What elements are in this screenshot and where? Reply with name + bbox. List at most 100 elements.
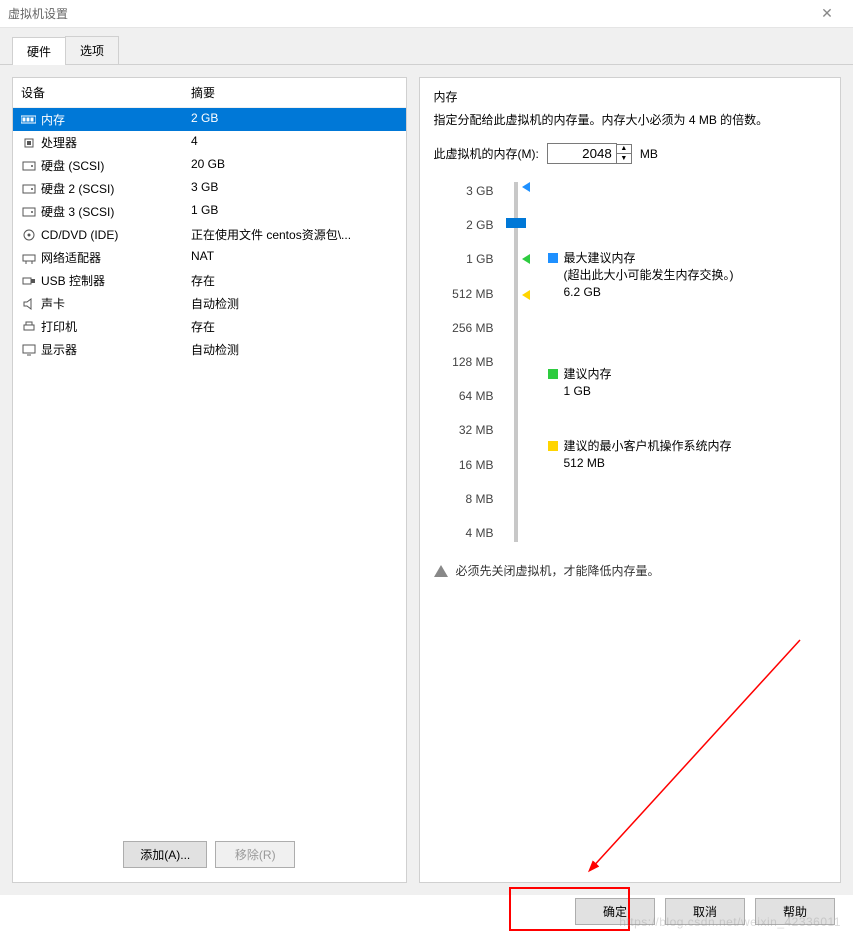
device-name: 内存 [41, 111, 65, 128]
device-name: 硬盘 2 (SCSI) [41, 180, 114, 197]
slider-tick-label: 512 MB [434, 287, 494, 301]
memory-section-title: 内存 [434, 88, 827, 105]
marker-min-icon [522, 290, 530, 300]
window-title: 虚拟机设置 [8, 5, 809, 22]
device-name: 显示器 [41, 341, 77, 358]
disk-icon [21, 160, 36, 172]
table-row[interactable]: CD/DVD (IDE) 正在使用文件 centos资源包\... [13, 223, 406, 246]
slider-thumb[interactable] [506, 218, 526, 228]
table-row[interactable]: 内存 2 GB [13, 108, 406, 131]
printer-icon [21, 321, 36, 333]
tab-hardware[interactable]: 硬件 [12, 37, 66, 65]
device-name: 打印机 [41, 318, 77, 335]
device-summary: 存在 [191, 318, 215, 335]
cancel-button[interactable]: 取消 [665, 898, 745, 925]
slider-tick-label: 4 MB [434, 526, 494, 540]
cpu-icon [21, 137, 36, 149]
info-min-recommended: 建议的最小客户机操作系统内存 512 MB [548, 438, 732, 472]
device-summary: NAT [191, 249, 214, 266]
max-rec-value: 6.2 GB [564, 284, 734, 301]
device-name: CD/DVD (IDE) [41, 228, 118, 242]
content-area: 设备 摘要 内存2 GB处理器4硬盘 (SCSI)20 GB硬盘 2 (SCSI… [0, 65, 853, 895]
add-button[interactable]: 添加(A)... [123, 841, 207, 868]
tab-bar: 硬件 选项 [0, 28, 853, 65]
slider-tick-label: 32 MB [434, 423, 494, 437]
table-row[interactable]: 声卡自动检测 [13, 292, 406, 315]
slider-tick-label: 16 MB [434, 458, 494, 472]
marker-max-icon [522, 182, 530, 192]
spinner-up-icon[interactable]: ▲ [617, 145, 631, 154]
table-row[interactable]: 打印机 存在 [13, 315, 406, 338]
slider-tick-label: 128 MB [434, 355, 494, 369]
slider-tick-labels: 3 GB2 GB1 GB512 MB256 MB128 MB64 MB32 MB… [434, 182, 494, 542]
device-summary: 4 [191, 134, 198, 151]
col-header-device: 设备 [21, 84, 191, 101]
sound-icon [21, 298, 36, 310]
marker-rec-icon [522, 254, 530, 264]
device-summary: 3 GB [191, 180, 218, 197]
warning-icon [434, 565, 448, 577]
device-summary: 1 GB [191, 203, 218, 220]
device-name: 网络适配器 [41, 249, 101, 266]
memory-input-row: 此虚拟机的内存(M): ▲ ▼ MB [434, 143, 827, 164]
square-green-icon [548, 369, 558, 379]
hardware-table-header: 设备 摘要 [13, 78, 406, 108]
memory-input[interactable] [547, 143, 617, 164]
spinner-down-icon[interactable]: ▼ [617, 154, 631, 163]
device-name: 硬盘 3 (SCSI) [41, 203, 114, 220]
table-row[interactable]: 硬盘 (SCSI)20 GB [13, 154, 406, 177]
max-rec-label: 最大建议内存 [564, 250, 734, 267]
slider-tick-label: 3 GB [434, 184, 494, 198]
hardware-table: 设备 摘要 内存2 GB处理器4硬盘 (SCSI)20 GB硬盘 2 (SCSI… [13, 78, 406, 831]
table-row[interactable]: USB 控制器存在 [13, 269, 406, 292]
table-row[interactable]: 硬盘 3 (SCSI) 1 GB [13, 200, 406, 223]
memory-description: 指定分配给此虚拟机的内存量。内存大小必须为 4 MB 的倍数。 [434, 111, 827, 129]
warning-row: 必须先关闭虚拟机，才能降低内存量。 [434, 562, 827, 579]
max-rec-note: (超出此大小可能发生内存交换。) [564, 267, 734, 284]
cd-icon [21, 229, 36, 241]
table-row[interactable]: 硬盘 2 (SCSI) 3 GB [13, 177, 406, 200]
rec-value: 1 GB [564, 383, 612, 400]
memory-slider[interactable] [502, 182, 530, 542]
device-summary: 自动检测 [191, 295, 239, 312]
disk-icon [21, 206, 36, 218]
hardware-list-panel: 设备 摘要 内存2 GB处理器4硬盘 (SCSI)20 GB硬盘 2 (SCSI… [12, 77, 407, 883]
rec-label: 建议内存 [564, 366, 612, 383]
device-name: 处理器 [41, 134, 77, 151]
table-row[interactable]: 显示器 自动检测 [13, 338, 406, 361]
warning-text: 必须先关闭虚拟机，才能降低内存量。 [456, 562, 660, 579]
net-icon [21, 252, 36, 264]
disk-icon [21, 183, 36, 195]
square-yellow-icon [548, 441, 558, 451]
remove-button[interactable]: 移除(R) [215, 841, 295, 868]
ok-button[interactable]: 确定 [575, 898, 655, 925]
device-summary: 20 GB [191, 157, 225, 174]
titlebar: 虚拟机设置 ✕ [0, 0, 853, 28]
min-label: 建议的最小客户机操作系统内存 [564, 438, 732, 455]
memory-input-label: 此虚拟机的内存(M): [434, 145, 539, 162]
slider-tick-label: 64 MB [434, 389, 494, 403]
memory-spinner[interactable]: ▲ ▼ [617, 144, 632, 164]
close-icon[interactable]: ✕ [809, 5, 845, 22]
slider-tick-label: 8 MB [434, 492, 494, 506]
display-icon [21, 344, 36, 356]
table-row[interactable]: 网络适配器 NAT [13, 246, 406, 269]
slider-tick-label: 2 GB [434, 218, 494, 232]
info-max-recommended: 最大建议内存 (超出此大小可能发生内存交换。) 6.2 GB [548, 250, 734, 300]
device-summary: 存在 [191, 272, 215, 289]
memory-panel: 内存 指定分配给此虚拟机的内存量。内存大小必须为 4 MB 的倍数。 此虚拟机的… [419, 77, 842, 883]
memory-slider-area: 3 GB2 GB1 GB512 MB256 MB128 MB64 MB32 MB… [434, 182, 827, 542]
info-recommended: 建议内存 1 GB [548, 366, 612, 400]
table-row[interactable]: 处理器 4 [13, 131, 406, 154]
device-summary: 自动检测 [191, 341, 239, 358]
memory-unit: MB [640, 147, 658, 161]
device-summary: 正在使用文件 centos资源包\... [191, 226, 351, 243]
device-summary: 2 GB [191, 111, 218, 128]
min-value: 512 MB [564, 455, 732, 472]
dialog-footer: 确定 取消 帮助 [557, 886, 853, 937]
tab-options[interactable]: 选项 [65, 36, 119, 64]
slider-tick-label: 1 GB [434, 252, 494, 266]
help-button[interactable]: 帮助 [755, 898, 835, 925]
square-blue-icon [548, 253, 558, 263]
col-header-summary: 摘要 [191, 84, 215, 101]
